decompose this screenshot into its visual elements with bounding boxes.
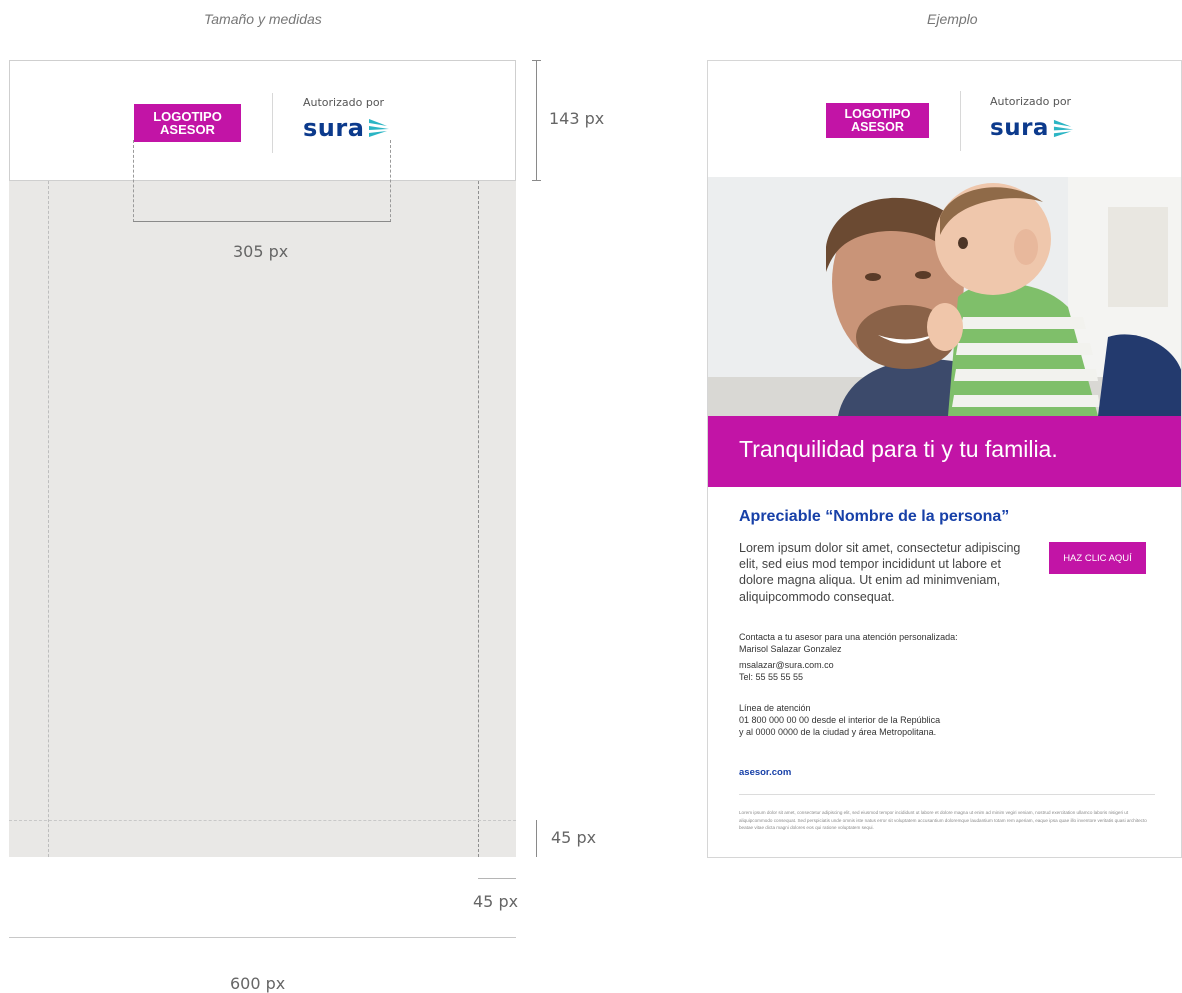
example-sura-logo: sura [990,115,1077,141]
dim-45-bottom-label: 45 px [551,828,597,847]
example-sura-wordmark: sura [990,115,1049,141]
spec-content-area [9,181,516,857]
contact-intro: Contacta a tu asesor para una atención p… [739,632,958,642]
logo-line-2: ASESOR [160,122,215,137]
dim-305-right-guide [390,140,391,222]
dim-45-side-label: 45 px [473,892,519,911]
service-line-title: Línea de atención [739,703,811,713]
example-logo-line-1: LOGOTIPO [844,107,911,121]
hero-photo-father-and-child [708,177,1181,416]
dim-143-label: 143 px [549,109,605,128]
contact-name: Marisol Salazar Gonzalez [739,644,842,654]
sura-logo: sura [303,114,393,142]
legal-disclaimer: Lorem ipsum dolor sit amet, consectetur … [739,810,1147,831]
example-sura-wing-icon [1053,119,1074,137]
caption-example: Ejemplo [927,11,978,27]
dim-143-bottom-tick [532,180,541,181]
caption-size-and-measures: Tamaño y medidas [204,11,322,27]
cta-button[interactable]: HAZ CLIC AQUÍ [1049,542,1146,574]
advisor-logo-placeholder: LOGOTIPO ASESOR [134,104,241,142]
dim-143-top-tick [532,60,541,61]
example-authorized-by-label: Autorizado por [990,95,1072,108]
left-margin-guide [48,181,49,857]
dim-305-line [133,221,391,222]
dim-143-line [536,60,537,181]
contact-email[interactable]: msalazar@sura.com.co [739,660,834,672]
footer-divider [739,794,1155,795]
example-advisor-logo: LOGOTIPO ASESOR [826,103,929,138]
example-logo-line-2: ASESOR [851,119,904,134]
hero-photo-illustration [708,177,1181,416]
example-header-divider [960,91,961,151]
dim-600-label: 600 px [230,974,286,993]
spec-header-area: LOGOTIPO ASESOR Autorizado por sura [9,60,516,181]
authorized-by-label: Autorizado por [303,96,385,109]
dim-305-label: 305 px [233,242,289,261]
website-link[interactable]: asesor.com [739,767,791,778]
dim-45-bottom-line [536,820,537,857]
contact-phone: Tel: 55 55 55 55 [739,672,804,682]
bottom-margin-guide [9,820,516,821]
greeting-heading: Apreciable “Nombre de la persona” [739,508,1010,525]
hero-banner: Tranquilidad para ti y tu familia. [708,416,1181,487]
header-divider [272,93,273,153]
service-line-2: y al 0000 0000 de la ciudad y área Metro… [739,727,937,737]
email-example: LOGOTIPO ASESOR Autorizado por sura Tran… [707,60,1182,858]
dim-45-side-line [478,878,516,879]
dim-305-left-guide [133,140,134,222]
body-paragraph: Lorem ipsum dolor sit amet, consectetur … [739,541,1021,604]
sura-wordmark: sura [303,114,365,142]
dim-600-line [9,937,516,938]
hero-banner-title: Tranquilidad para ti y tu familia. [739,436,1058,462]
sura-wing-icon [369,119,390,137]
service-line-1: 01 800 000 00 00 desde el interior de la… [739,715,941,725]
right-margin-guide [478,181,479,857]
